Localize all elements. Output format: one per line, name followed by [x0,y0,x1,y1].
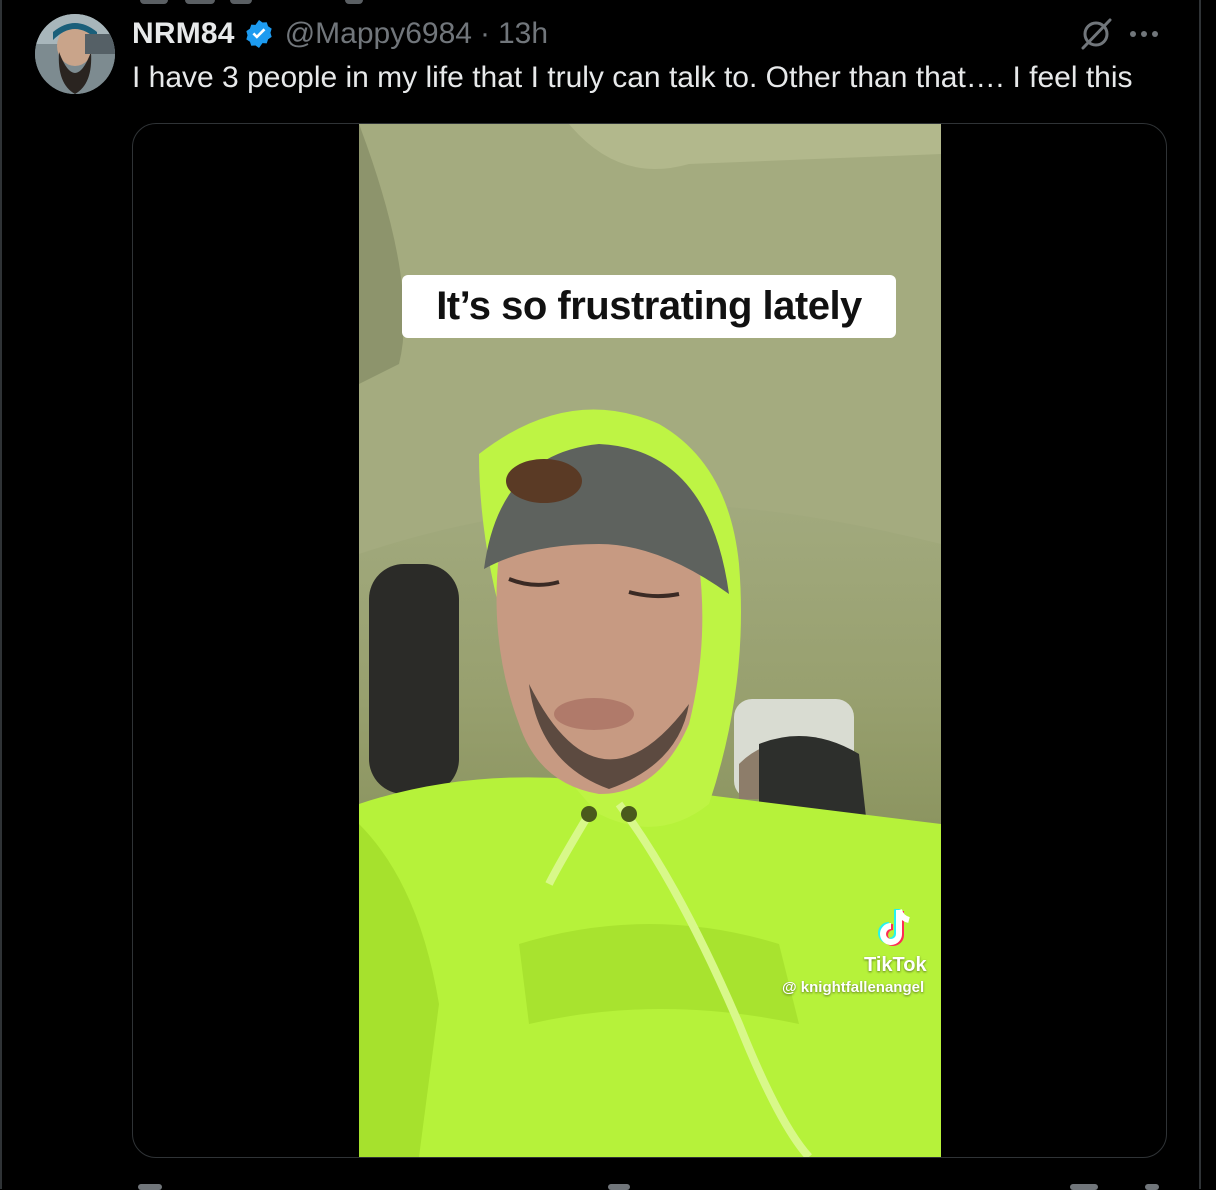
action-bar-fragment [0,1182,1216,1190]
tiktok-watermark-brand: TikTok [864,954,927,976]
video-caption-text: It’s so frustrating lately [436,284,862,328]
grok-icon[interactable] [1078,16,1114,52]
verified-badge-icon[interactable] [243,18,275,50]
tweet-text: I have 3 people in my life that I truly … [132,61,1133,94]
meta-separator: · [479,17,490,50]
more-icon[interactable] [1130,24,1166,44]
media-card[interactable]: It’s so frustrating lately TikTok @ knig… [132,123,1167,1158]
post-time[interactable]: 13h [498,17,548,51]
tiktok-logo-icon [878,909,910,946]
display-name[interactable]: NRM84 [132,17,235,51]
timeline-border-right [1199,0,1201,1189]
user-handle[interactable]: @Mappy6984 [285,17,472,51]
tweet-header: NRM84 @Mappy6984 · 13h [132,14,548,54]
previous-content-fragment [0,0,1216,10]
timeline-border-left [0,0,2,1189]
avatar-image [35,14,115,94]
video-caption: It’s so frustrating lately [402,275,896,338]
tiktok-watermark-user: @ knightfallenangel [782,979,925,996]
video-player[interactable]: It’s so frustrating lately TikTok @ knig… [359,124,941,1157]
avatar[interactable] [35,14,115,94]
